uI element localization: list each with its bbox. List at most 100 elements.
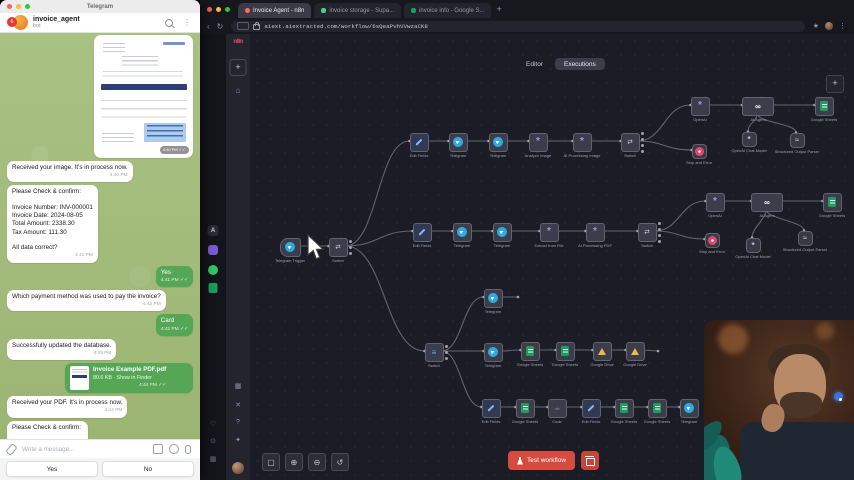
node-filter[interactable]: ≡Switch [425,343,444,362]
node-gs3[interactable]: Google Sheets [556,342,575,361]
tab-executions[interactable]: Executions [555,58,605,70]
node-parser_b[interactable]: ≈Structured Output Parser [798,231,813,246]
message-composer[interactable]: Write a message... [0,439,200,458]
node-tg2[interactable]: ▶Telegram [489,133,508,152]
reset-zoom-button[interactable]: ↺ [331,453,349,471]
node-agent_a[interactable]: ∞AI Agent [742,97,774,116]
message-bubble[interactable]: Invoice Example PDF.pdf80.6 KB · Show in… [65,363,193,393]
chat-menu-icon[interactable]: ⋮ [183,18,191,27]
zoom-out-button[interactable]: ⊖ [308,453,326,471]
node-agent_b[interactable]: ∞AI Agent [751,193,783,212]
node-oa2[interactable]: *AI Processing Image [573,133,592,152]
node-gs2[interactable]: Google Sheets [521,342,540,361]
output-port[interactable] [658,222,661,225]
node-gs4[interactable]: Google Sheets [516,399,535,418]
apps-grid-icon[interactable]: ▦ [210,455,217,463]
node-switch[interactable]: ⇄Switch [329,238,348,257]
invoice-image[interactable]: 4:40 PM ✓✓ [96,37,192,157]
output-port[interactable] [349,246,352,249]
node-ef_m[interactable]: Edit Fields [413,223,432,242]
delete-button[interactable] [581,451,599,470]
node-sw1[interactable]: ⇄Switch [621,133,640,152]
output-port[interactable] [641,150,644,153]
help-icon[interactable]: ? [236,419,240,426]
reply-no-button[interactable]: No [102,461,194,477]
node-tg6[interactable]: ▶Telegram [484,343,503,362]
output-port[interactable] [641,132,644,135]
node-ef2[interactable]: Edit Fields [482,399,501,418]
node-red_a[interactable]: Stop and Error [692,144,707,159]
node-gs6[interactable]: Google Sheets [648,399,667,418]
node-oa_b[interactable]: *OpenAI [706,193,725,212]
output-port[interactable] [445,351,448,354]
close-panel-icon[interactable]: ✕ [235,401,241,409]
node-gd2[interactable]: Google Drive [626,342,645,361]
node-oa_a[interactable]: *OpenAI [691,97,710,116]
node-gd1[interactable]: Google Drive [593,342,612,361]
message-input[interactable]: Write a message... [22,446,153,453]
favorites-heart-icon[interactable]: ♡ [210,420,216,428]
node-tg1[interactable]: ▶Telegram [449,133,468,152]
sheets-app-icon[interactable] [209,283,218,293]
browser-tab[interactable]: invoice info - Google S... [404,3,491,19]
message-bubble[interactable]: 4:40 PM ✓✓ [94,35,193,158]
node-gs_a[interactable]: Google Sheets [815,97,834,116]
tab-editor[interactable]: Editor [518,59,551,70]
node-red_b[interactable]: Stop and Error [705,233,720,248]
output-port[interactable] [658,240,661,243]
refresh-icon[interactable]: ↻ [217,22,224,31]
attach-icon[interactable] [5,443,17,456]
node-tg7[interactable]: ▶Telegram [680,399,699,418]
sticker-icon[interactable] [153,444,163,454]
address-bar[interactable]: aiext.aiextracted.com/workflow/6sQeaPvhV… [231,21,804,32]
reply-yes-button[interactable]: Yes [6,461,98,477]
pinned-app-purple-icon[interactable] [208,245,218,255]
node-tg3[interactable]: ▶Telegram [453,223,472,242]
pinned-app-icon[interactable]: A [208,225,219,236]
chat-header[interactable]: invoice_agent bot ⋮ [0,13,200,33]
bookmark-star-icon[interactable]: ★ [813,22,819,30]
history-clock-icon[interactable]: ⊙ [210,437,216,445]
node-chat_b[interactable]: *OpenAI Chat Model [746,238,761,253]
browser-tab[interactable]: invoice storage - Supa... [314,3,401,19]
whats-new-icon[interactable]: ✦ [235,436,241,444]
templates-icon[interactable]: ▦ [235,382,242,390]
emoji-icon[interactable] [169,444,179,454]
close-window-button[interactable] [207,7,212,12]
node-tg5[interactable]: ▶Telegram [484,289,503,308]
browser-profile-avatar[interactable] [825,22,833,30]
browser-menu-icon[interactable]: ⋮ [839,22,846,30]
node-oa1[interactable]: *Analyze Image [529,133,548,152]
output-port[interactable] [641,138,644,141]
node-gs5[interactable]: Google Sheets [615,399,634,418]
node-sw2[interactable]: ⇄Switch [638,223,657,242]
fit-view-button[interactable]: ▢ [262,453,280,471]
node-tg4[interactable]: ▶Telegram [493,223,512,242]
browser-tab[interactable]: Invoice Agent - n8n [238,3,311,19]
output-port[interactable] [445,345,448,348]
maximize-window-button[interactable] [225,7,230,12]
zoom-in-button[interactable]: ⊕ [285,453,303,471]
output-port[interactable] [445,357,448,360]
new-tab-button[interactable]: + [496,4,501,14]
mic-icon[interactable] [185,445,191,454]
node-chat_a[interactable]: *OpenAI Chat Model [742,132,757,147]
overview-home-icon[interactable]: ⌂ [236,86,241,95]
output-port[interactable] [349,252,352,255]
url-text[interactable]: aiext.aiextracted.com/workflow/6sQeaPvhV… [264,23,428,30]
node-trigger[interactable]: ▶Telegram Trigger [280,238,301,257]
output-port[interactable] [658,234,661,237]
node-ef_t[interactable]: Edit Fields [410,133,429,152]
minimize-window-button[interactable] [216,7,221,12]
output-port[interactable] [349,240,352,243]
whatsapp-icon[interactable] [208,265,218,275]
extension-chip-icon[interactable] [237,22,249,30]
back-icon[interactable]: ‹ [207,22,210,31]
canvas-add-node-button[interactable]: + [826,75,844,93]
output-port[interactable] [641,144,644,147]
test-workflow-button[interactable]: Test workflow [508,451,575,470]
node-ef3[interactable]: Edit Fields [582,399,601,418]
search-icon[interactable] [165,19,173,27]
node-oa4[interactable]: *AI Processing PDF [586,223,605,242]
node-oa3[interactable]: *Extract from File [540,223,559,242]
